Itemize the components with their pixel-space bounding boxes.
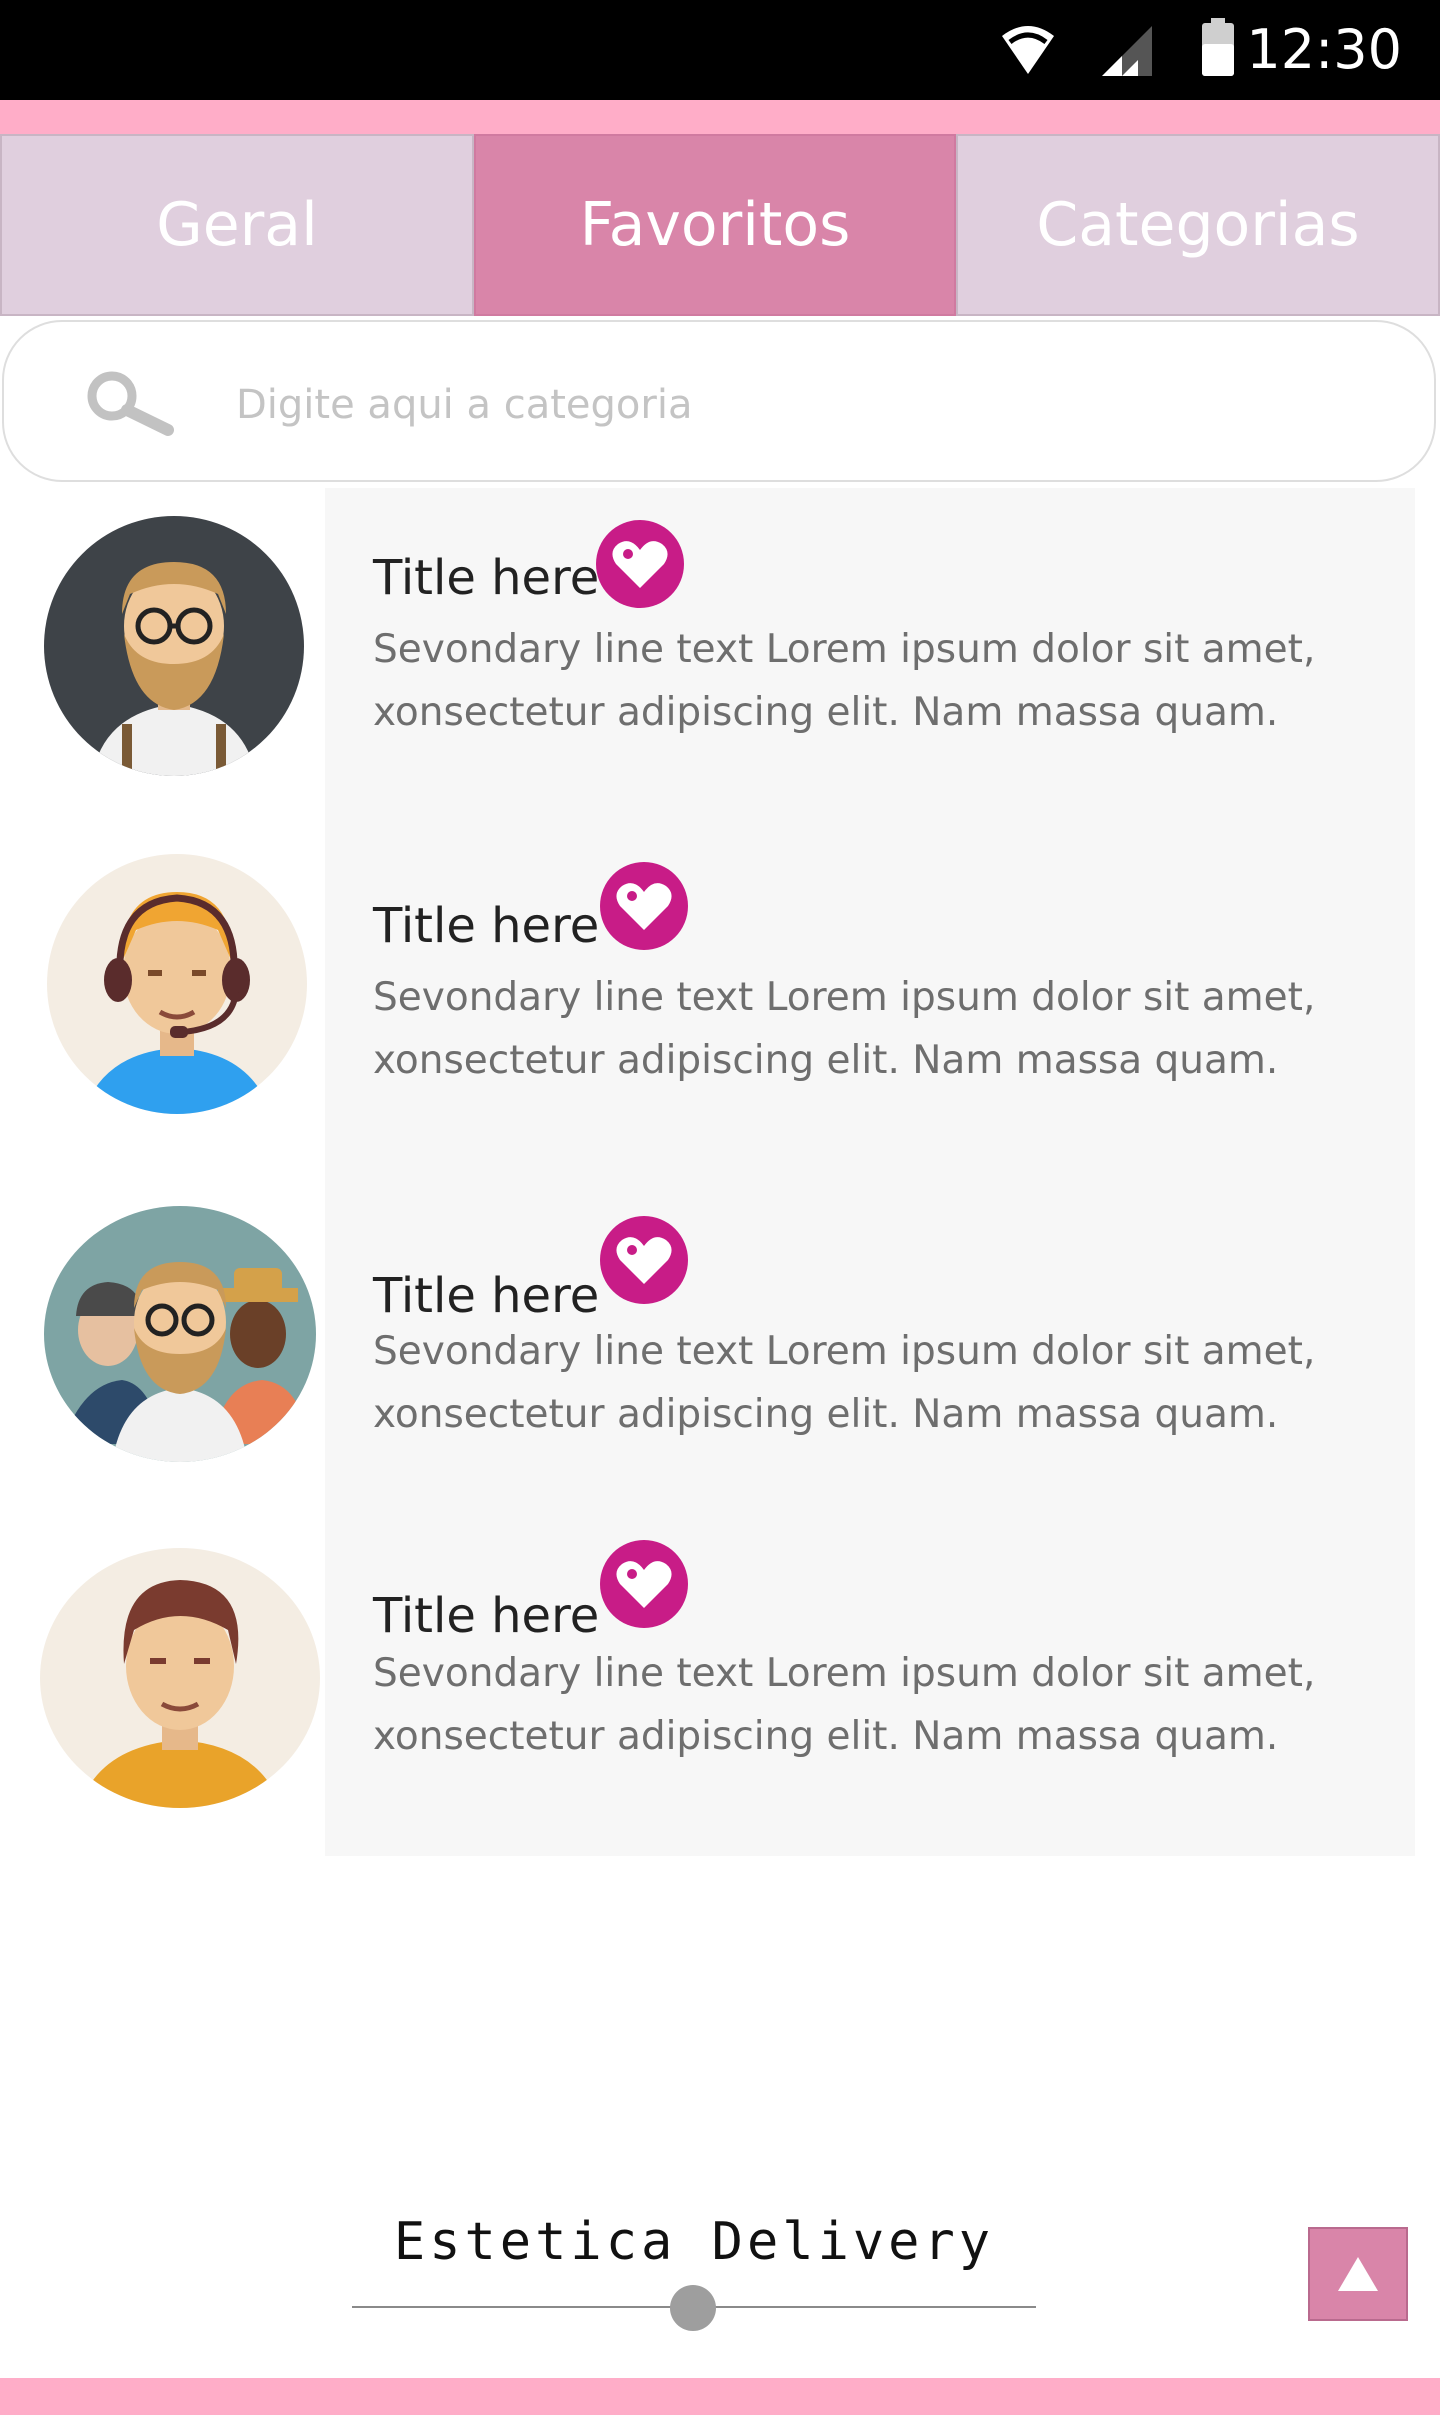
item-secondary-text: Sevondary line text Lorem ipsum dolor si… bbox=[373, 618, 1373, 744]
secondary-line: xonsectetur adipiscing elit. Nam massa q… bbox=[373, 1392, 1279, 1437]
secondary-line: Sevondary line text Lorem ipsum dolor si… bbox=[373, 627, 1316, 672]
search-icon[interactable] bbox=[82, 368, 174, 438]
item-title: Title here bbox=[373, 550, 600, 606]
bottom-accent-bar bbox=[0, 2378, 1440, 2415]
signal-icon bbox=[1102, 26, 1152, 76]
secondary-line: Sevondary line text Lorem ipsum dolor si… bbox=[373, 975, 1316, 1020]
tab-bar: Geral Favoritos Categorias bbox=[0, 134, 1440, 316]
footer-title: Estetica Delivery bbox=[393, 2212, 995, 2272]
search-input[interactable] bbox=[234, 372, 1338, 438]
heart-icon[interactable] bbox=[594, 518, 686, 610]
arrow-up-icon bbox=[1338, 2257, 1378, 2291]
search-bar bbox=[2, 320, 1436, 482]
list-item[interactable]: Title here Sevondary line text Lorem ips… bbox=[0, 1538, 1440, 1838]
secondary-line: xonsectetur adipiscing elit. Nam massa q… bbox=[373, 690, 1279, 735]
tab-geral[interactable]: Geral bbox=[0, 134, 474, 316]
scroll-top-button[interactable] bbox=[1308, 2227, 1408, 2321]
item-secondary-text: Sevondary line text Lorem ipsum dolor si… bbox=[373, 1320, 1373, 1446]
tab-categorias[interactable]: Categorias bbox=[956, 134, 1440, 316]
item-secondary-text: Sevondary line text Lorem ipsum dolor si… bbox=[373, 966, 1373, 1092]
item-title: Title here bbox=[373, 1268, 600, 1324]
item-title: Title here bbox=[373, 1588, 600, 1644]
group-avatar bbox=[44, 1206, 316, 1462]
list-item[interactable]: Title here Sevondary line text Lorem ips… bbox=[0, 846, 1440, 1146]
secondary-line: Sevondary line text Lorem ipsum dolor si… bbox=[373, 1651, 1316, 1696]
battery-icon bbox=[1202, 18, 1234, 76]
status-time: 12:30 bbox=[1246, 18, 1402, 81]
heart-icon[interactable] bbox=[598, 860, 690, 952]
item-title: Title here bbox=[373, 898, 600, 954]
secondary-line: xonsectetur adipiscing elit. Nam massa q… bbox=[373, 1038, 1279, 1083]
tab-label: Geral bbox=[156, 190, 318, 260]
slider-thumb[interactable] bbox=[670, 2285, 716, 2331]
status-bar: 12:30 bbox=[0, 0, 1440, 100]
item-secondary-text: Sevondary line text Lorem ipsum dolor si… bbox=[373, 1642, 1373, 1768]
list-item[interactable]: Title here Sevondary line text Lorem ips… bbox=[0, 500, 1440, 800]
heart-icon[interactable] bbox=[598, 1214, 690, 1306]
list-item[interactable]: Title here Sevondary line text Lorem ips… bbox=[0, 1196, 1440, 1496]
wifi-icon bbox=[1002, 26, 1054, 74]
secondary-line: Sevondary line text Lorem ipsum dolor si… bbox=[373, 1329, 1316, 1374]
top-accent-bar bbox=[0, 100, 1440, 134]
bearded-man-avatar bbox=[44, 516, 304, 776]
heart-icon[interactable] bbox=[598, 1538, 690, 1630]
tab-favoritos[interactable]: Favoritos bbox=[474, 134, 956, 316]
tab-label: Favoritos bbox=[579, 190, 851, 260]
young-man-avatar bbox=[40, 1548, 320, 1808]
headset-agent-avatar bbox=[47, 854, 307, 1114]
tab-label: Categorias bbox=[1036, 190, 1360, 260]
secondary-line: xonsectetur adipiscing elit. Nam massa q… bbox=[373, 1714, 1279, 1759]
